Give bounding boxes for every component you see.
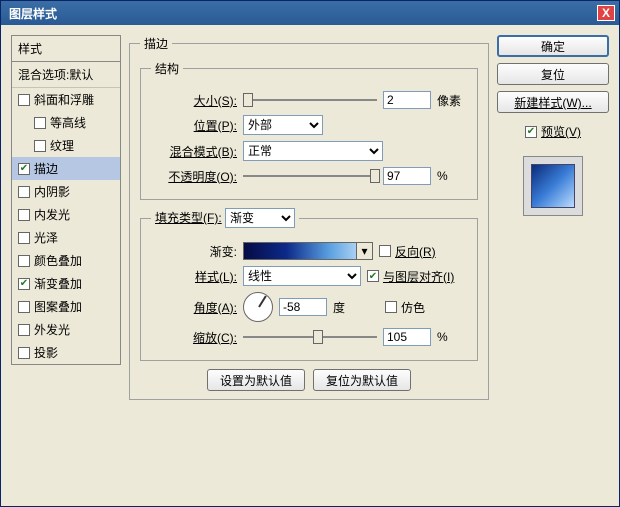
opacity-label: 不透明度(O): — [151, 168, 237, 185]
style-item-10[interactable]: 外发光 — [12, 318, 120, 341]
style-item-0[interactable]: 斜面和浮雕 — [12, 88, 120, 111]
set-default-button[interactable]: 设置为默认值 — [207, 369, 305, 391]
align-checkbox[interactable]: ✔与图层对齐(I) — [367, 268, 454, 285]
opacity-input[interactable] — [383, 167, 431, 185]
checkbox-icon[interactable] — [18, 347, 30, 359]
style-item-8[interactable]: ✔ 渐变叠加 — [12, 272, 120, 295]
preview-checkbox[interactable]: ✔预览(V) — [497, 123, 609, 140]
style-item-label: 投影 — [34, 344, 58, 361]
style-item-label: 光泽 — [34, 229, 58, 246]
stroke-group: 描边 结构 大小(S): 像素 位置(P): 外部 混合模式(B): — [129, 35, 489, 400]
style-item-5[interactable]: 内发光 — [12, 203, 120, 226]
checkbox-icon[interactable] — [18, 94, 30, 106]
style-item-label: 纹理 — [50, 137, 74, 154]
reverse-checkbox[interactable]: 反向(R) — [379, 243, 436, 260]
reset-default-button[interactable]: 复位为默认值 — [313, 369, 411, 391]
checkbox-icon[interactable] — [18, 255, 30, 267]
style-item-9[interactable]: 图案叠加 — [12, 295, 120, 318]
right-panel: 确定 复位 新建样式(W)... ✔预览(V) — [497, 35, 609, 496]
size-slider[interactable] — [243, 91, 377, 109]
styles-header[interactable]: 样式 — [11, 35, 121, 61]
scale-slider[interactable] — [243, 328, 377, 346]
opacity-unit: % — [437, 169, 467, 183]
style-item-3[interactable]: ✔ 描边 — [12, 157, 120, 180]
structure-legend: 结构 — [151, 60, 183, 77]
angle-label: 角度(A): — [151, 299, 237, 316]
style-item-11[interactable]: 投影 — [12, 341, 120, 364]
angle-unit: 度 — [333, 299, 363, 316]
checkbox-icon[interactable] — [18, 324, 30, 336]
client-area: 样式 混合选项:默认 斜面和浮雕等高线纹理 ✔ 描边内阴影内发光光泽颜色叠加 ✔ 渐变叠… — [1, 25, 619, 506]
scale-input[interactable] — [383, 328, 431, 346]
checkbox-icon[interactable] — [18, 209, 30, 221]
fill-type-select[interactable]: 渐变 — [225, 208, 295, 228]
style-item-label: 描边 — [34, 160, 58, 177]
style-item-7[interactable]: 颜色叠加 — [12, 249, 120, 272]
angle-input[interactable] — [279, 298, 327, 316]
style-label: 样式(L): — [151, 268, 237, 285]
close-button[interactable]: X — [597, 5, 615, 21]
fill-group: 填充类型(F): 渐变 渐变: ▾ 反向(R) 样式(L): 线性 ✔与图层对齐… — [140, 208, 478, 361]
dialog-window: 图层样式 X 样式 混合选项:默认 斜面和浮雕等高线纹理 ✔ 描边内阴影内发光光泽颜… — [0, 0, 620, 507]
cancel-button[interactable]: 复位 — [497, 63, 609, 85]
style-item-1[interactable]: 等高线 — [12, 111, 120, 134]
style-item-label: 内发光 — [34, 206, 70, 223]
dither-checkbox[interactable]: 仿色 — [385, 299, 425, 316]
styles-list: 混合选项:默认 斜面和浮雕等高线纹理 ✔ 描边内阴影内发光光泽颜色叠加 ✔ 渐变叠加图案… — [11, 61, 121, 365]
chevron-down-icon[interactable]: ▾ — [356, 243, 372, 259]
checkbox-icon[interactable] — [34, 140, 46, 152]
blendmode-label: 混合模式(B): — [151, 143, 237, 160]
new-style-button[interactable]: 新建样式(W)... — [497, 91, 609, 113]
ok-button[interactable]: 确定 — [497, 35, 609, 57]
checkbox-icon[interactable]: ✔ — [18, 163, 30, 175]
size-unit: 像素 — [437, 92, 467, 109]
style-item-label: 图案叠加 — [34, 298, 82, 315]
titlebar: 图层样式 X — [1, 1, 619, 25]
styles-panel: 样式 混合选项:默认 斜面和浮雕等高线纹理 ✔ 描边内阴影内发光光泽颜色叠加 ✔ 渐变叠… — [11, 35, 121, 496]
style-item-label: 颜色叠加 — [34, 252, 82, 269]
style-item-6[interactable]: 光泽 — [12, 226, 120, 249]
style-select[interactable]: 线性 — [243, 266, 361, 286]
style-item-2[interactable]: 纹理 — [12, 134, 120, 157]
gradient-picker[interactable]: ▾ — [243, 242, 373, 260]
size-label: 大小(S): — [151, 92, 237, 109]
preview-swatch — [523, 156, 583, 216]
angle-dial[interactable] — [243, 292, 273, 322]
main-panel: 描边 结构 大小(S): 像素 位置(P): 外部 混合模式(B): — [129, 35, 489, 496]
stroke-legend: 描边 — [140, 35, 172, 52]
window-title: 图层样式 — [9, 5, 597, 22]
checkbox-icon[interactable] — [34, 117, 46, 129]
blendmode-select[interactable]: 正常 — [243, 141, 383, 161]
style-item-label: 斜面和浮雕 — [34, 91, 94, 108]
checkbox-icon[interactable] — [18, 232, 30, 244]
fill-legend: 填充类型(F): 渐变 — [151, 208, 299, 228]
style-item-label: 内阴影 — [34, 183, 70, 200]
checkbox-icon[interactable] — [18, 301, 30, 313]
checkbox-icon[interactable]: ✔ — [18, 278, 30, 290]
position-label: 位置(P): — [151, 117, 237, 134]
style-item-label: 外发光 — [34, 321, 70, 338]
position-select[interactable]: 外部 — [243, 115, 323, 135]
style-item-label: 等高线 — [50, 114, 86, 131]
style-item-4[interactable]: 内阴影 — [12, 180, 120, 203]
scale-label: 缩放(C): — [151, 329, 237, 346]
blend-options[interactable]: 混合选项:默认 — [12, 62, 120, 88]
style-item-label: 渐变叠加 — [34, 275, 82, 292]
close-icon: X — [602, 6, 610, 20]
opacity-slider[interactable] — [243, 167, 377, 185]
scale-unit: % — [437, 330, 467, 344]
gradient-label: 渐变: — [151, 243, 237, 260]
structure-group: 结构 大小(S): 像素 位置(P): 外部 混合模式(B): 正常 — [140, 60, 478, 200]
checkbox-icon[interactable] — [18, 186, 30, 198]
size-input[interactable] — [383, 91, 431, 109]
